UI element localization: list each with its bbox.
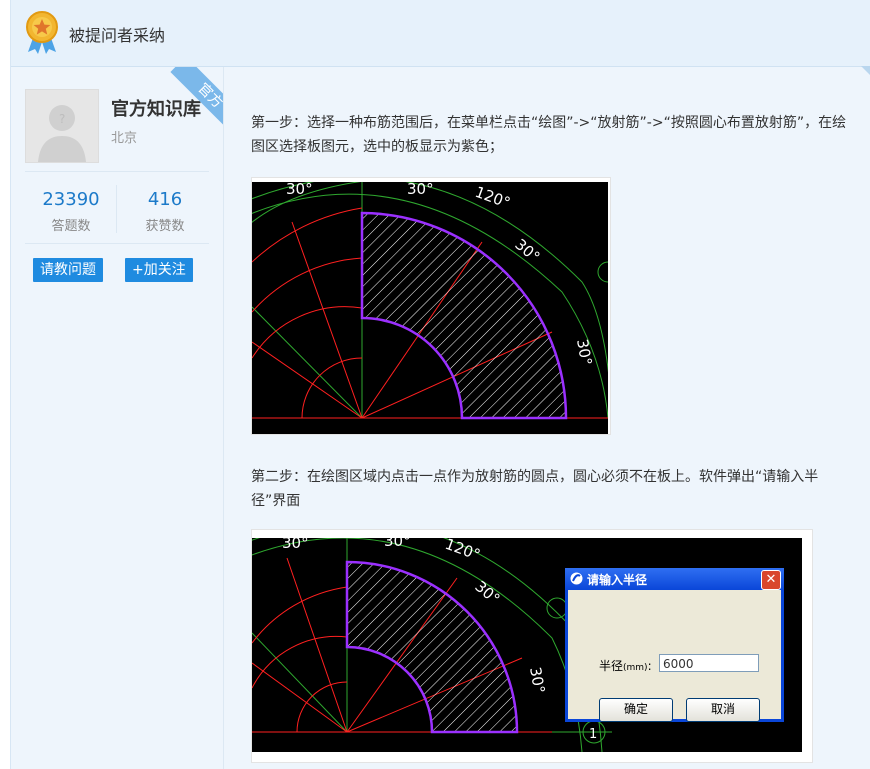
radius-unit: (mm) — [623, 663, 648, 673]
stat-likes-value: 416 — [147, 189, 183, 210]
radius-input[interactable]: 6000 — [659, 654, 759, 672]
svg-text:?: ? — [59, 112, 65, 126]
cad-angle-label: 30° — [511, 235, 543, 266]
dialog-title: 请输入半径 — [587, 573, 648, 587]
cad-drawing-area-2: 30° 30° 120° 30° 30° 1 请输入半径 ✕ 半径(mm): 6… — [252, 538, 802, 752]
step1-text: 第一步：选择一种布筋范围后，在菜单栏点击“绘图”->“放射筋”->“按照圆心布置… — [251, 115, 847, 155]
follow-button[interactable]: +加关注 — [125, 258, 193, 282]
cad-angle-label: 30° — [573, 338, 595, 367]
cad-angle-label: 30° — [384, 538, 411, 550]
avatar[interactable]: ? — [25, 89, 99, 163]
stat-likes: 416 获赞数 — [119, 189, 211, 234]
cancel-button[interactable]: 取消 — [686, 698, 760, 722]
user-profile-card: ? 官方知识库 北京 官方 23390 答题数 416 获赞数 请教问题 +加关… — [11, 67, 224, 769]
cad-screenshot-1: 30° 30° 120° 30° 30° — [251, 177, 611, 435]
cad-canvas-1: 30° 30° 120° 30° 30° — [252, 182, 608, 420]
radius-label: 半径(mm): — [599, 657, 652, 674]
dialog-titlebar[interactable]: 请输入半径 ✕ — [565, 568, 784, 590]
close-icon[interactable]: ✕ — [761, 570, 781, 590]
corner-decoration — [861, 66, 870, 76]
default-avatar-icon: ? — [26, 90, 98, 162]
accepted-title: 被提问者采纳 — [69, 26, 166, 45]
cad-angle-label: 120° — [473, 183, 513, 212]
cad-angle-label: 30° — [282, 538, 309, 552]
user-location: 北京 — [111, 131, 138, 146]
radius-dialog: 请输入半径 ✕ 半径(mm): 6000 确定 取消 — [565, 568, 784, 722]
cad-marker-label: 1 — [589, 727, 597, 742]
divider — [25, 243, 209, 244]
medal-icon — [26, 11, 58, 54]
ask-question-button[interactable]: 请教问题 — [33, 258, 103, 282]
stat-answers: 23390 答题数 — [25, 189, 117, 234]
official-ribbon: 官方 — [153, 67, 223, 137]
cad-angle-label: 120° — [443, 538, 483, 564]
stat-likes-label: 获赞数 — [145, 219, 185, 234]
radius-colon: : — [647, 659, 652, 673]
ok-button[interactable]: 确定 — [599, 698, 673, 722]
stat-answers-value: 23390 — [42, 189, 100, 210]
accepted-header: 被提问者采纳 — [11, 0, 870, 67]
stat-answers-label: 答题数 — [51, 219, 91, 234]
official-ribbon-label: 官方 — [170, 67, 223, 136]
page: 被提问者采纳 ? 官方知识库 北京 官方 23390 答题数 416 获赞数 请… — [10, 0, 870, 769]
cad-angle-label: 30° — [471, 577, 503, 608]
step2-text: 第二步：在绘图区域内点击一点作为放射筋的圆点，圆心必须不在板上。软件弹出“请输入… — [251, 469, 819, 509]
cad-screenshot-2: 30° 30° 120° 30° 30° 1 请输入半径 ✕ 半径(mm): 6… — [251, 529, 813, 763]
cad-angle-label: 30° — [286, 182, 313, 198]
cad-drawing-area-1: 30° 30° 120° 30° 30° — [252, 182, 608, 434]
app-icon — [570, 572, 583, 585]
divider — [25, 171, 209, 172]
cad-angle-label: 30° — [407, 182, 434, 198]
radius-label-text: 半径 — [599, 659, 624, 673]
stat-separator — [116, 185, 117, 233]
cad-angle-label: 30° — [526, 666, 548, 695]
